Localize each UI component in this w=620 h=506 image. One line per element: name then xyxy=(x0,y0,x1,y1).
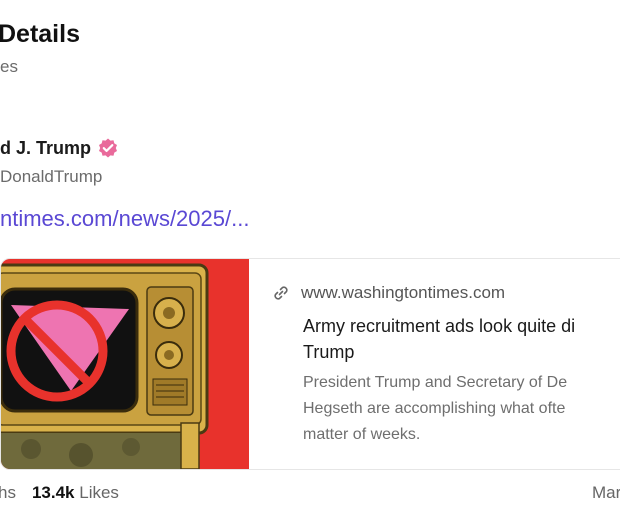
card-desc-line: President Trump and Secretary of De xyxy=(303,374,568,391)
card-domain-row: www.washingtontimes.com xyxy=(271,283,505,303)
page-subtitle: es xyxy=(0,57,18,76)
card-desc-line: Hegseth are accomplishing what ofte xyxy=(303,400,566,417)
post-details-page: Details es d J. Trump DonaldTrump ntimes… xyxy=(0,0,620,506)
verified-badge-icon xyxy=(97,137,119,159)
card-desc-line: matter of weeks. xyxy=(303,426,421,443)
likes-stat[interactable]: 13.4k Likes xyxy=(32,483,119,503)
page-title: Details xyxy=(0,20,80,48)
post-date: Mar xyxy=(592,483,620,502)
stats-row: hs 13.4k Likes xyxy=(0,483,119,503)
likes-label: Likes xyxy=(79,483,119,502)
link-preview-card[interactable]: www.washingtontimes.com Army recruitment… xyxy=(0,258,620,470)
card-description: President Trump and Secretary of De Hegs… xyxy=(303,370,620,448)
card-domain: www.washingtontimes.com xyxy=(301,283,506,302)
card-title[interactable]: Army recruitment ads look quite di Trump xyxy=(303,313,620,365)
author-name[interactable]: d J. Trump xyxy=(0,138,91,159)
card-title-line: Army recruitment ads look quite di xyxy=(303,316,576,336)
likes-count: 13.4k xyxy=(31,483,75,502)
link-icon xyxy=(271,283,291,303)
author-handle[interactable]: DonaldTrump xyxy=(0,167,102,187)
post-link[interactable]: ntimes.com/news/2025/... xyxy=(0,206,249,232)
card-title-line: Trump xyxy=(303,342,355,362)
author-row[interactable]: d J. Trump xyxy=(0,137,119,159)
stat-partial-label: hs xyxy=(0,483,16,502)
link-preview-image xyxy=(1,259,249,469)
